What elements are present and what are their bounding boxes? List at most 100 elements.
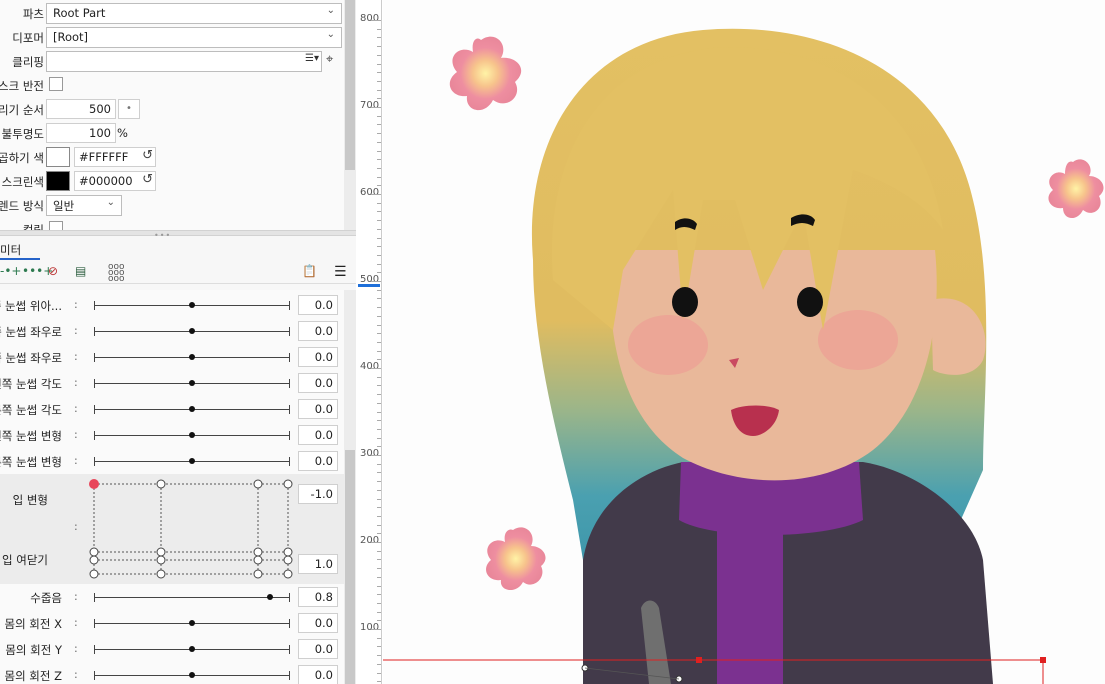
- slider-knob[interactable]: [189, 672, 195, 678]
- keyform-point[interactable]: [253, 479, 263, 489]
- grid-dots-icon[interactable]: ooo ooo ooo: [108, 263, 125, 284]
- active-keyform-point[interactable]: [89, 479, 99, 489]
- parameter-colon: :: [74, 668, 78, 681]
- ruler-tick: [377, 402, 381, 404]
- parameter-value-input[interactable]: 0.0: [298, 613, 338, 633]
- ruler-tick: [377, 159, 381, 161]
- parameter-row: 몸의 회전 X: 0.0: [0, 610, 344, 636]
- panel-splitter[interactable]: •••: [0, 230, 356, 240]
- parameter-colon: :: [74, 428, 78, 441]
- list-menu-icon[interactable]: ☰▾: [305, 53, 319, 64]
- blend-mode-value: 일반: [53, 199, 75, 213]
- scrollbar-thumb[interactable]: [345, 0, 355, 170]
- scrollbar-thumb[interactable]: [345, 450, 355, 684]
- slider-knob[interactable]: [189, 646, 195, 652]
- culling-checkbox[interactable]: [49, 221, 63, 230]
- ruler-tick: [377, 585, 381, 587]
- opacity-input[interactable]: 100: [46, 123, 116, 143]
- slider-knob[interactable]: [189, 620, 195, 626]
- screen-color-swatch[interactable]: [46, 171, 70, 191]
- parameters-scrollbar[interactable]: [344, 290, 356, 684]
- draw-order-row: 리기 순서 500 •: [0, 98, 344, 120]
- deformer-select[interactable]: [Root] ⌄: [46, 27, 342, 48]
- keyform-point[interactable]: [253, 555, 263, 565]
- slider-knob[interactable]: [189, 406, 195, 412]
- reset-icon[interactable]: ↺: [142, 172, 153, 187]
- keyform-point[interactable]: [283, 547, 293, 557]
- slider-knob[interactable]: [267, 594, 274, 600]
- paste-icon[interactable]: 📋: [302, 264, 317, 282]
- slider-tick: [289, 353, 290, 362]
- parameter-value-input[interactable]: 0.0: [298, 373, 338, 393]
- remove-key-icon[interactable]: ⊘: [48, 264, 58, 282]
- ruler-tick: [377, 394, 381, 396]
- parameters-toolbar: -•+ •••+ ⊘ ▤ ooo ooo ooo 📋 ☰: [0, 262, 356, 284]
- mouth-open-value-input[interactable]: 1.0: [298, 554, 338, 574]
- slider-tick: [289, 457, 290, 466]
- keyform-point[interactable]: [283, 569, 293, 579]
- slider-knob[interactable]: [189, 354, 195, 360]
- parameter-label: 몸의 회전 Z: [4, 669, 62, 683]
- draw-order-button[interactable]: •: [118, 99, 140, 119]
- ruler-tick: [377, 646, 381, 648]
- mouth-2d-block: 입 변형 입 여닫기: -1.0 1.0: [0, 474, 344, 584]
- mouth-form-label: 입 변형: [12, 493, 48, 507]
- parameter-value-input[interactable]: 0.0: [298, 347, 338, 367]
- mouth-form-value-input[interactable]: -1.0: [298, 484, 338, 504]
- add-key-icon[interactable]: -•+: [0, 264, 21, 282]
- keyform-point[interactable]: [156, 479, 166, 489]
- ruler-tick: [377, 568, 381, 570]
- slider-tick: [289, 405, 290, 414]
- reset-icon[interactable]: ↺: [142, 148, 153, 163]
- parameter-value-input[interactable]: 0.0: [298, 665, 338, 684]
- parameter-value-input[interactable]: 0.0: [298, 295, 338, 315]
- parameter-value-input[interactable]: 0.0: [298, 425, 338, 445]
- slider-tick: [94, 405, 95, 414]
- ruler-tick: [371, 281, 381, 282]
- keyform-point[interactable]: [253, 547, 263, 557]
- blend-mode-select[interactable]: 일반 ⌄: [46, 195, 122, 216]
- slider-knob[interactable]: [189, 328, 195, 334]
- screen-color-hex-input[interactable]: #000000 ↺: [74, 171, 156, 191]
- parameter-value-input[interactable]: 0.0: [298, 399, 338, 419]
- clipping-input[interactable]: ☰▾: [46, 51, 322, 72]
- slider-tick: [289, 645, 290, 654]
- parameter-label: 른쪽 눈썹 위아...: [0, 299, 62, 313]
- slider-knob[interactable]: [189, 380, 195, 386]
- keyform-point[interactable]: [89, 569, 99, 579]
- keyform-point[interactable]: [156, 547, 166, 557]
- keyform-point[interactable]: [156, 569, 166, 579]
- multiply-color-hex-input[interactable]: #FFFFFF ↺: [74, 147, 156, 167]
- keyform-point[interactable]: [89, 547, 99, 557]
- keyform-point[interactable]: [283, 555, 293, 565]
- draw-order-input[interactable]: 500: [46, 99, 116, 119]
- keyframe-view-icon[interactable]: ▤: [75, 264, 86, 282]
- character-artwork: [383, 28, 1104, 684]
- crosshair-target-icon[interactable]: ⌖: [326, 52, 333, 67]
- parts-select[interactable]: Root Part ⌄: [46, 3, 342, 24]
- ruler-tick: [377, 524, 381, 526]
- parameter-value-input[interactable]: 0.8: [298, 587, 338, 607]
- slider-knob[interactable]: [189, 458, 195, 464]
- keyform-point[interactable]: [253, 569, 263, 579]
- mouth-keyform-grid[interactable]: [88, 474, 298, 584]
- slider-track[interactable]: [94, 597, 290, 598]
- menu-icon[interactable]: ☰: [334, 264, 347, 282]
- slider-tick: [94, 671, 95, 680]
- tab-parameters[interactable]: 미터: [0, 238, 40, 260]
- keyform-point[interactable]: [283, 479, 293, 489]
- ruler-tick: [371, 629, 381, 630]
- slider-knob[interactable]: [189, 302, 195, 308]
- mask-invert-checkbox[interactable]: [49, 77, 63, 91]
- ruler-tick: [377, 263, 381, 265]
- parameter-value-input[interactable]: 0.0: [298, 321, 338, 341]
- parameter-value-input[interactable]: 0.0: [298, 639, 338, 659]
- multiply-color-swatch[interactable]: [46, 147, 70, 167]
- ruler-tick: [377, 481, 381, 483]
- keyform-point[interactable]: [156, 555, 166, 565]
- viewport-canvas[interactable]: [383, 0, 1105, 684]
- parameter-value-input[interactable]: 0.0: [298, 451, 338, 471]
- slider-knob[interactable]: [189, 432, 195, 438]
- properties-scrollbar[interactable]: [344, 0, 356, 230]
- keyform-point[interactable]: [89, 555, 99, 565]
